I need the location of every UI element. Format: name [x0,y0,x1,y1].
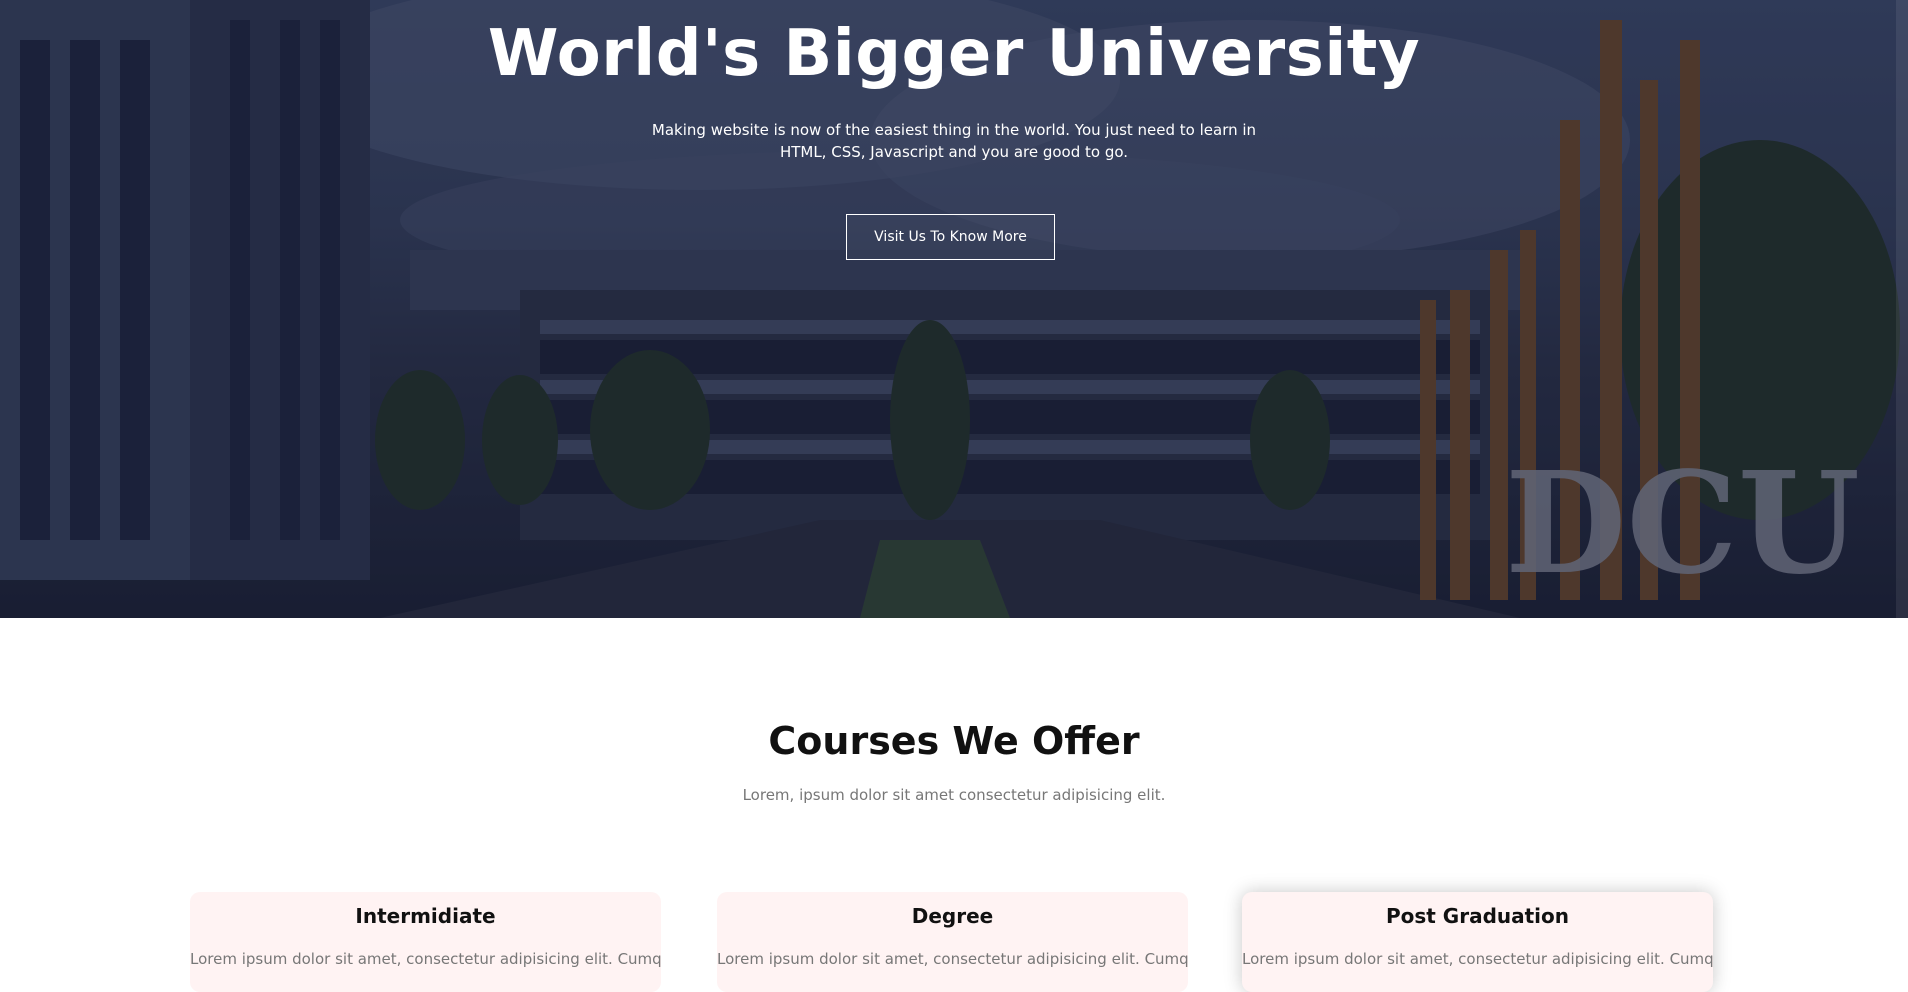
course-card-text: Lorem ipsum dolor sit amet, consectetur … [1242,950,1713,968]
page-scrollbar[interactable] [1896,0,1908,618]
course-card-intermediate[interactable]: Intermidiate Lorem ipsum dolor sit amet,… [190,892,661,992]
course-card-degree[interactable]: Degree Lorem ipsum dolor sit amet, conse… [717,892,1188,992]
hero-title: World's Bigger University [487,17,1421,91]
course-card-title: Intermidiate [355,904,496,928]
course-card-title: Degree [911,904,994,928]
course-card-text: Lorem ipsum dolor sit amet, consectetur … [717,950,1188,968]
hero-subtitle: Making website is now of the easiest thi… [651,121,1257,161]
visit-us-button[interactable]: Visit Us To Know More [846,214,1055,260]
courses-subtitle: Lorem, ipsum dolor sit amet consectetur … [742,786,1166,804]
courses-title: Courses We Offer [768,719,1140,763]
hero-section: DCU World's Bigger University Making web… [0,0,1908,618]
course-card-title: Post Graduation [1385,904,1570,928]
course-card-post-graduation[interactable]: Post Graduation Lorem ipsum dolor sit am… [1242,892,1713,992]
course-card-text: Lorem ipsum dolor sit amet, consectetur … [190,950,661,968]
